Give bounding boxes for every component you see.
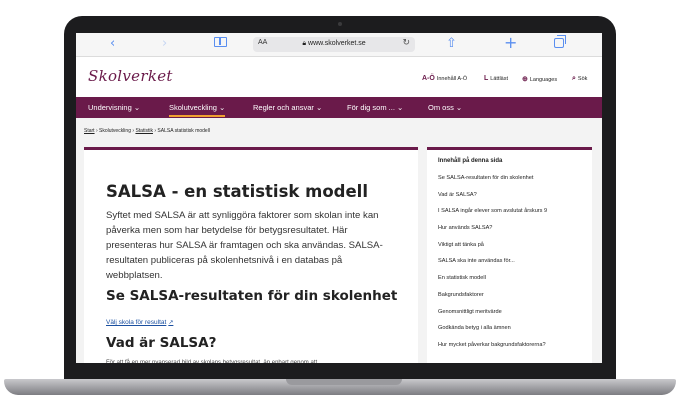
page-title: SALSA - en statistisk modell (106, 182, 368, 201)
nav-for-dig-som[interactable]: För dig som ... ⌄ (347, 103, 403, 112)
toc-list: Se SALSA-resultaten för din skolenhet Va… (438, 175, 547, 359)
bookmarks-icon[interactable] (214, 37, 227, 47)
toc-title: Innehåll på denna sida (438, 158, 503, 164)
content-az-link[interactable]: A-Ö Innehåll A-Ö (422, 75, 467, 82)
toc-item[interactable]: SALSA ska inte användas för... (438, 258, 547, 275)
back-icon[interactable]: ‹ (110, 36, 115, 51)
site-logo[interactable]: Skolverket (88, 67, 173, 85)
toc-item[interactable]: En statistisk modell (438, 275, 547, 292)
tabs-icon[interactable] (554, 35, 566, 48)
share-icon[interactable]: ⇧ (446, 36, 457, 51)
toc-item[interactable]: Hur mycket påverkar bakgrundsfaktorerna? (438, 342, 547, 359)
laptop-notch (286, 379, 402, 385)
breadcrumb: Start › Skolutveckling › Statistik › SAL… (84, 128, 210, 134)
toc-item[interactable]: I SALSA ingår elever som avslutat årskur… (438, 208, 547, 225)
section-heading-what-is-salsa: Vad är SALSA? (106, 335, 217, 351)
languages-link[interactable]: ⊕ Languages (522, 75, 557, 83)
easy-read-icon: L (484, 75, 489, 82)
search-icon: ⌕ (572, 75, 576, 82)
camera-icon (338, 22, 342, 26)
reload-icon[interactable]: ↻ (402, 38, 410, 48)
toc-item[interactable]: Viktigt att tänka på (438, 242, 547, 259)
nav-regler-och-ansvar[interactable]: Regler och ansvar ⌄ (253, 103, 322, 112)
lock-icon: 🔒︎ (302, 40, 307, 47)
screen: ‹ › AA 🔒︎ www.skolverket.se ↻ ⇧ + Skolve… (76, 33, 602, 363)
toc-panel: Innehåll på denna sida Se SALSA-resultat… (427, 147, 592, 363)
lead-paragraph: Syftet med SALSA är att synliggöra fakto… (106, 210, 383, 281)
globe-icon: ⊕ (522, 76, 528, 83)
url-label: www.skolverket.se (308, 40, 366, 47)
body-text-cut: För att få en mer nyanserad bild av skol… (106, 360, 318, 363)
easy-read-link[interactable]: L Lättläst (484, 75, 508, 82)
search-link[interactable]: ⌕ Sök (572, 75, 587, 83)
toc-item[interactable]: Vad är SALSA? (438, 192, 547, 209)
forward-icon[interactable]: › (162, 36, 167, 51)
toc-item[interactable]: Hur används SALSA? (438, 225, 547, 242)
nav-skolutveckling[interactable]: Skolutveckling ⌄ (169, 103, 226, 117)
external-link-icon: ↗ (168, 320, 174, 326)
section-heading-results: Se SALSA-resultaten för din skolenhet (106, 288, 398, 304)
breadcrumb-start[interactable]: Start (84, 128, 95, 134)
nav-undervisning[interactable]: Undervisning ⌄ (88, 103, 140, 112)
choose-school-link[interactable]: Välj skola för resultat ↗ (106, 319, 173, 326)
toc-item[interactable]: Genomsnittligt meritvärde (438, 309, 547, 326)
address-bar[interactable]: AA 🔒︎ www.skolverket.se ↻ (253, 37, 415, 52)
site-header: Skolverket A-Ö Innehåll A-Ö L Lättläst ⊕ La… (76, 57, 602, 97)
browser-toolbar: ‹ › AA 🔒︎ www.skolverket.se ↻ ⇧ + (76, 33, 602, 57)
nav-om-oss[interactable]: Om oss ⌄ (428, 103, 462, 112)
toc-item[interactable]: Godkända betyg i alla ämnen (438, 325, 547, 342)
toc-item[interactable]: Bakgrundsfaktorer (438, 292, 547, 309)
article-card: SALSA - en statistisk modell Syftet med … (84, 147, 418, 363)
laptop-base (4, 379, 676, 395)
breadcrumb-statistik[interactable]: Statistik (135, 128, 153, 134)
url-text: 🔒︎ www.skolverket.se (253, 40, 415, 48)
toc-item[interactable]: Se SALSA-resultaten för din skolenhet (438, 175, 547, 192)
breadcrumb-current: SALSA statistisk modell (157, 128, 210, 134)
new-tab-icon[interactable]: + (504, 33, 517, 52)
breadcrumb-skolutveckling[interactable]: Skolutveckling (99, 128, 131, 134)
az-icon: A-Ö (422, 75, 435, 82)
main-nav: Undervisning ⌄ Skolutveckling ⌄ Regler o… (76, 97, 602, 118)
